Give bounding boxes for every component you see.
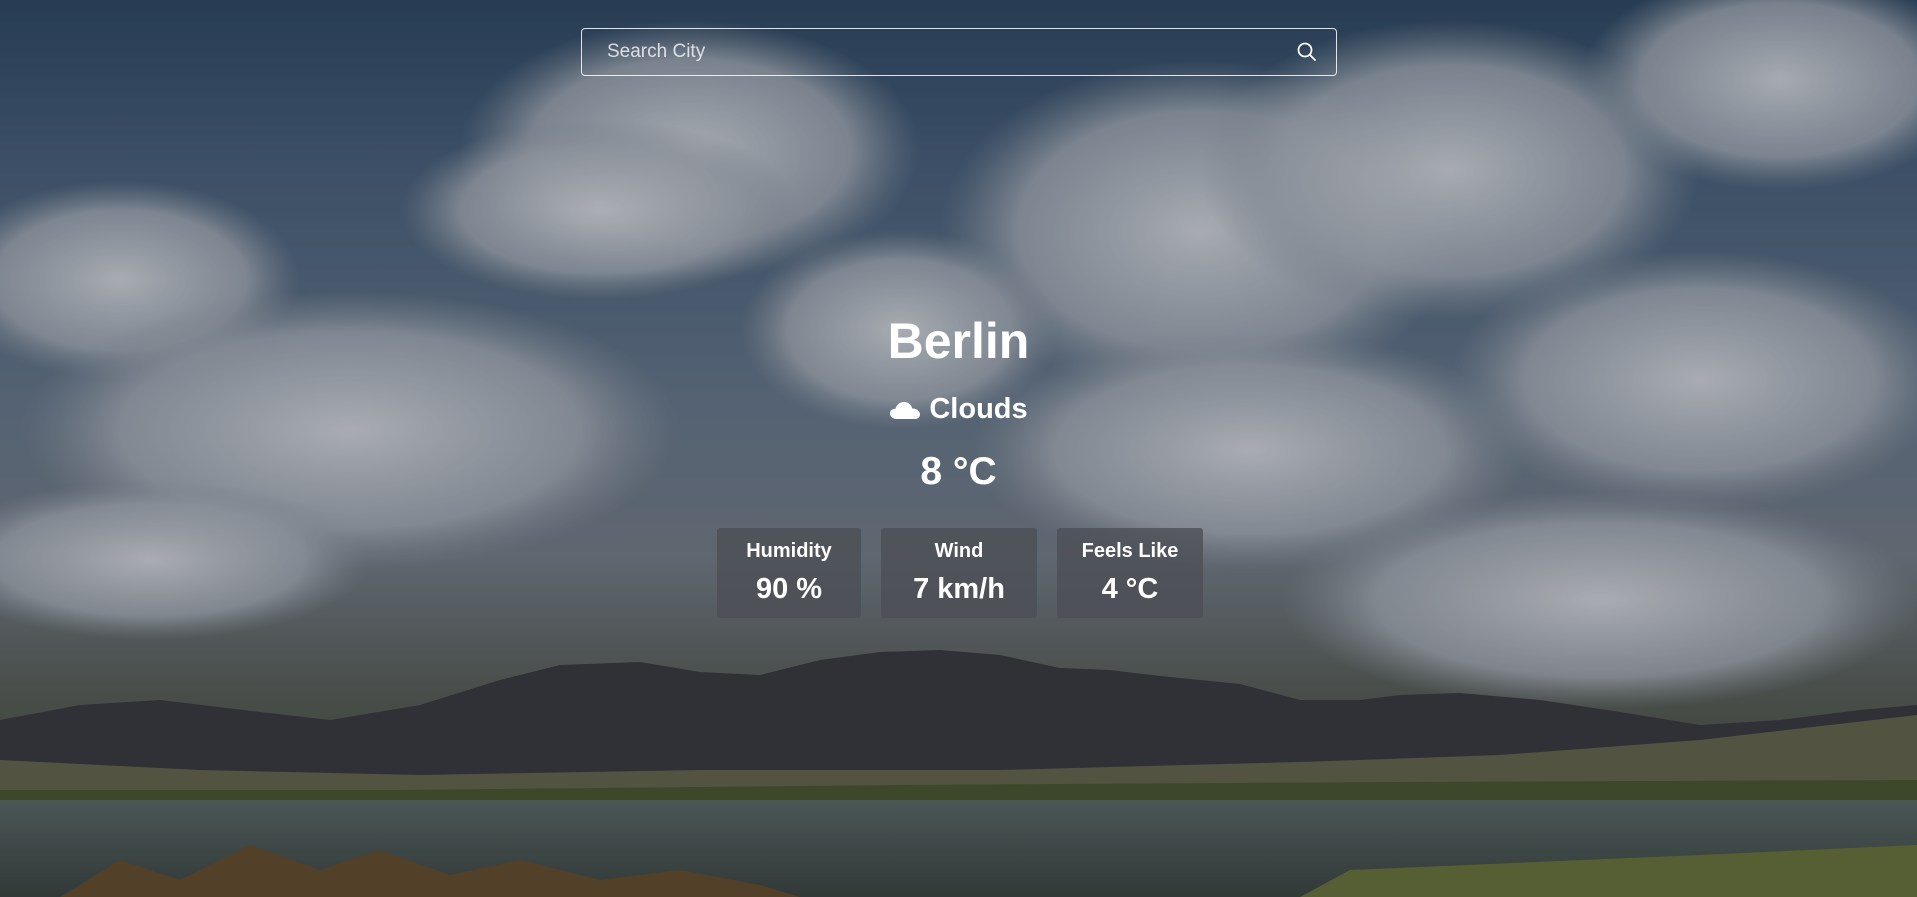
weather-stats: Humidity 90 % Wind 7 km/h Feels Like 4 °…: [0, 528, 1917, 618]
weather-app: Berlin Clouds 8 °C Humidity 90 % Wind 7 …: [0, 0, 1917, 897]
wind-label: Wind: [934, 540, 984, 562]
search-bar: [581, 28, 1337, 76]
cloud-icon: [890, 401, 921, 419]
condition-label: Clouds: [929, 393, 1028, 425]
humidity-card: Humidity 90 %: [717, 528, 861, 618]
wind-card: Wind 7 km/h: [881, 528, 1037, 618]
city-name: Berlin: [887, 313, 1030, 369]
weather-condition: Clouds: [0, 393, 1917, 426]
feels-like-label: Feels Like: [1081, 540, 1179, 562]
feels-like-card: Feels Like 4 °C: [1057, 528, 1203, 618]
feels-like-value: 4 °C: [1101, 573, 1159, 605]
search-icon: [1297, 42, 1316, 61]
wind-value: 7 km/h: [913, 573, 1005, 605]
search-input[interactable]: [582, 29, 1262, 75]
dark-overlay: [0, 0, 1917, 897]
humidity-value: 90 %: [755, 573, 823, 605]
humidity-label: Humidity: [746, 540, 832, 562]
search-button[interactable]: [1294, 39, 1320, 65]
temperature: 8 °C: [920, 450, 997, 493]
